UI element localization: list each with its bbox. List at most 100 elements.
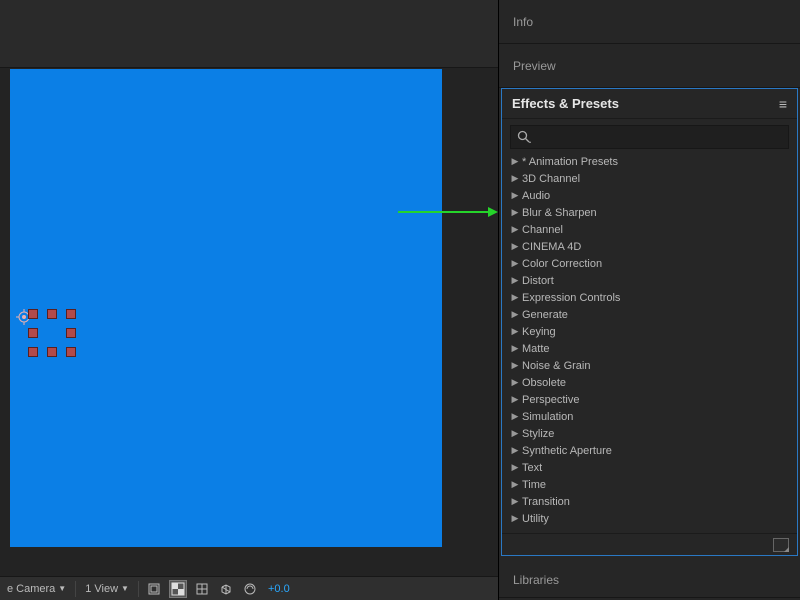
divider	[138, 581, 139, 597]
resize-handle[interactable]	[66, 328, 76, 338]
effects-category-row[interactable]: ▶Simulation	[510, 408, 789, 425]
effects-category-row[interactable]: ▶Perspective	[510, 391, 789, 408]
twirl-right-icon: ▶	[510, 462, 520, 473]
category-label: Audio	[522, 190, 550, 202]
twirl-right-icon: ▶	[510, 496, 520, 507]
effects-category-row[interactable]: ▶Stylize	[510, 425, 789, 442]
composition-canvas[interactable]	[10, 69, 442, 547]
camera-label: e Camera	[7, 583, 55, 595]
category-label: Simulation	[522, 411, 573, 423]
effects-category-row[interactable]: ▶Time	[510, 476, 789, 493]
effects-category-row[interactable]: ▶Blur & Sharpen	[510, 204, 789, 221]
search-input[interactable]	[537, 131, 782, 143]
twirl-right-icon: ▶	[510, 360, 520, 371]
category-label: 3D Channel	[522, 173, 580, 185]
composition-viewer[interactable]	[0, 68, 498, 576]
effects-category-list: ▶* Animation Presets▶3D Channel▶Audio▶Bl…	[502, 153, 797, 533]
effects-category-row[interactable]: ▶Generate	[510, 306, 789, 323]
category-label: Utility	[522, 513, 549, 525]
category-label: Color Correction	[522, 258, 602, 270]
category-label: Noise & Grain	[522, 360, 590, 372]
twirl-right-icon: ▶	[510, 411, 520, 422]
twirl-right-icon: ▶	[510, 513, 520, 524]
effects-category-row[interactable]: ▶CINEMA 4D	[510, 238, 789, 255]
effects-category-row[interactable]: ▶Distort	[510, 272, 789, 289]
twirl-right-icon: ▶	[510, 377, 520, 388]
effects-category-row[interactable]: ▶Color Correction	[510, 255, 789, 272]
panel-title: Libraries	[513, 573, 559, 587]
new-preset-button[interactable]	[773, 538, 789, 552]
resize-handle[interactable]	[66, 309, 76, 319]
divider	[75, 581, 76, 597]
category-label: Generate	[522, 309, 568, 321]
effects-category-row[interactable]: ▶Audio	[510, 187, 789, 204]
twirl-right-icon: ▶	[510, 479, 520, 490]
twirl-right-icon: ▶	[510, 275, 520, 286]
resize-handle[interactable]	[47, 309, 57, 319]
selected-layer-handles[interactable]	[28, 309, 76, 357]
effects-category-row[interactable]: ▶Channel	[510, 221, 789, 238]
twirl-right-icon: ▶	[510, 326, 520, 337]
toggle-mask-button[interactable]	[193, 580, 211, 598]
view-label: 1 View	[85, 583, 118, 595]
category-label: Matte	[522, 343, 550, 355]
fast-preview-button[interactable]	[241, 580, 259, 598]
3d-renderer-button[interactable]	[217, 580, 235, 598]
toggle-pixel-aspect-button[interactable]	[145, 580, 163, 598]
twirl-right-icon: ▶	[510, 428, 520, 439]
twirl-right-icon: ▶	[510, 224, 520, 235]
category-label: Text	[522, 462, 542, 474]
effects-category-row[interactable]: ▶3D Channel	[510, 170, 789, 187]
category-label: Keying	[522, 326, 556, 338]
category-label: Distort	[522, 275, 554, 287]
panel-title: Preview	[513, 59, 556, 73]
effects-category-row[interactable]: ▶* Animation Presets	[510, 153, 789, 170]
panel-menu-icon[interactable]: ≡	[779, 96, 787, 112]
panel-title: Effects & Presets	[512, 96, 619, 111]
panel-tab-preview[interactable]: Preview	[499, 44, 800, 88]
viewer-bottom-toolbar: e Camera ▼ 1 View ▼	[0, 576, 498, 600]
effects-category-row[interactable]: ▶Noise & Grain	[510, 357, 789, 374]
twirl-right-icon: ▶	[510, 309, 520, 320]
twirl-right-icon: ▶	[510, 173, 520, 184]
effects-category-row[interactable]: ▶Expression Controls	[510, 289, 789, 306]
category-label: Transition	[522, 496, 570, 508]
resize-handle[interactable]	[66, 347, 76, 357]
panel-tab-libraries[interactable]: Libraries	[499, 562, 800, 598]
twirl-right-icon: ▶	[510, 258, 520, 269]
twirl-right-icon: ▶	[510, 394, 520, 405]
view-layout-dropdown[interactable]: 1 View ▼	[82, 580, 132, 598]
panel-tab-info[interactable]: Info	[499, 0, 800, 44]
chevron-down-icon: ▼	[58, 584, 66, 593]
category-label: Time	[522, 479, 546, 491]
chevron-down-icon: ▼	[121, 584, 129, 593]
category-label: Stylize	[522, 428, 554, 440]
twirl-right-icon: ▶	[510, 207, 520, 218]
effects-category-row[interactable]: ▶Matte	[510, 340, 789, 357]
effects-category-row[interactable]: ▶Keying	[510, 323, 789, 340]
twirl-right-icon: ▶	[510, 190, 520, 201]
exposure-control[interactable]: +0.0	[265, 580, 293, 598]
effects-category-row[interactable]: ▶Text	[510, 459, 789, 476]
toggle-transparency-grid-button[interactable]	[169, 580, 187, 598]
twirl-right-icon: ▶	[510, 445, 520, 456]
category-label: Synthetic Aperture	[522, 445, 612, 457]
effects-category-row[interactable]: ▶Transition	[510, 493, 789, 510]
effects-category-row[interactable]: ▶Synthetic Aperture	[510, 442, 789, 459]
effects-category-row[interactable]: ▶Utility	[510, 510, 789, 527]
category-label: Perspective	[522, 394, 579, 406]
category-label: Obsolete	[522, 377, 566, 389]
effects-category-row[interactable]: ▶Obsolete	[510, 374, 789, 391]
workspace-header	[0, 0, 498, 68]
resize-handle[interactable]	[47, 347, 57, 357]
exposure-value: +0.0	[268, 583, 290, 595]
twirl-right-icon: ▶	[510, 292, 520, 303]
category-label: CINEMA 4D	[522, 241, 581, 253]
resize-handle[interactable]	[28, 328, 38, 338]
resize-handle[interactable]	[28, 309, 38, 319]
twirl-right-icon: ▶	[510, 241, 520, 252]
effects-search-field[interactable]	[510, 125, 789, 149]
twirl-right-icon: ▶	[510, 156, 520, 167]
active-camera-dropdown[interactable]: e Camera ▼	[4, 580, 69, 598]
resize-handle[interactable]	[28, 347, 38, 357]
